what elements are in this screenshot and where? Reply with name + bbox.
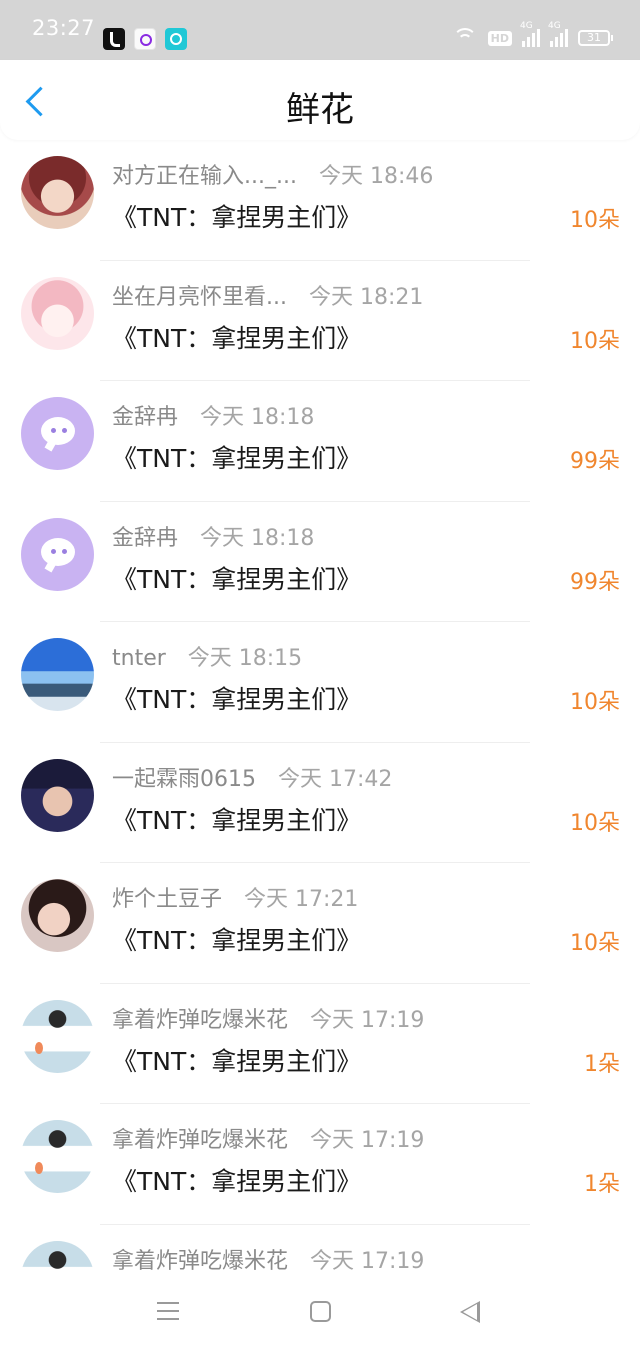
status-time: 23:27 (32, 16, 96, 40)
timestamp: 今天 17:19 (310, 1248, 425, 1273)
timestamp: 今天 18:18 (200, 525, 315, 551)
list-item[interactable]: 对方正在输入..._... 今天 18:46 《TNT：拿捏男主们》 10朵 (0, 140, 640, 261)
sender-name: 拿着炸弹吃爆米花 (112, 1248, 289, 1273)
timestamp: 今天 17:42 (278, 766, 393, 792)
sender-name: 一起霖雨0615 (112, 766, 256, 792)
gift-title: 《TNT：拿捏男主们》 (112, 203, 362, 232)
sender-name: tnter (112, 646, 166, 671)
status-bar: 23:27 HD 4G 4G 31 (0, 0, 640, 60)
list-item[interactable]: 拿着炸弹吃爆米花 今天 17:19 《TNT：拿捏男主们》 1朵 (0, 1104, 640, 1225)
list-item[interactable]: 炸个土豆子 今天 17:21 《TNT：拿捏男主们》 10朵 (0, 863, 640, 984)
timestamp: 今天 17:19 (310, 1007, 425, 1033)
page-title: 鲜花 (286, 90, 354, 130)
avatar[interactable] (21, 879, 94, 952)
navigation-bar (0, 1272, 640, 1351)
app-icon (165, 28, 187, 50)
gift-title: 《TNT：拿捏男主们》 (112, 444, 362, 473)
flower-count: 1朵 (584, 1051, 620, 1077)
wifi-icon (452, 28, 478, 48)
gift-title: 《TNT：拿捏男主们》 (112, 926, 362, 955)
avatar[interactable] (21, 638, 94, 711)
network-label: 4G (548, 21, 561, 31)
sender-name: 拿着炸弹吃爆米花 (112, 1128, 289, 1153)
sender-name: 炸个土豆子 (112, 887, 223, 912)
flower-count: 10朵 (570, 208, 620, 233)
list-item[interactable]: 金辞冉 今天 18:18 《TNT：拿捏男主们》 99朵 (0, 381, 640, 502)
flower-count: 10朵 (570, 810, 620, 836)
timestamp: 今天 18:18 (200, 405, 315, 430)
list-item[interactable]: 金辞冉 今天 18:18 《TNT：拿捏男主们》 99朵 (0, 502, 640, 622)
gift-title: 《TNT：拿捏男主们》 (112, 1046, 362, 1076)
home-icon[interactable] (310, 1301, 331, 1322)
flower-count: 99朵 (570, 569, 620, 595)
battery-icon: 31 (578, 30, 613, 46)
avatar[interactable] (21, 397, 94, 470)
sender-name: 金辞冉 (112, 405, 179, 430)
tiktok-icon (103, 28, 125, 50)
flower-count: 10朵 (570, 690, 620, 715)
list-item[interactable]: 一起霖雨0615 今天 17:42 《TNT：拿捏男主们》 10朵 (0, 743, 640, 863)
flower-count: 10朵 (570, 931, 620, 956)
signal-icon: 4G (548, 21, 568, 47)
sender-name: 金辞冉 (112, 525, 179, 551)
gift-title: 《TNT：拿捏男主们》 (112, 323, 362, 353)
timestamp: 今天 17:21 (244, 887, 359, 912)
gift-title: 《TNT：拿捏男主们》 (112, 564, 362, 594)
app-icon (134, 28, 156, 50)
gift-title: 《TNT：拿捏男主们》 (112, 685, 362, 714)
signal-icon: 4G (520, 21, 540, 47)
timestamp: 今天 18:21 (308, 284, 424, 310)
list-item[interactable]: 拿着炸弹吃爆米花 今天 17:19 (0, 1225, 640, 1273)
timestamp: 今天 18:15 (187, 646, 303, 671)
list-item[interactable]: tnter 今天 18:15 《TNT：拿捏男主们》 10朵 (0, 622, 640, 743)
flower-record-list[interactable]: 对方正在输入..._... 今天 18:46 《TNT：拿捏男主们》 10朵 坐在… (0, 140, 640, 1272)
network-label: 4G (520, 21, 533, 31)
sender-name: 拿着炸弹吃爆米花 (112, 1007, 289, 1033)
avatar[interactable] (21, 758, 94, 832)
flower-count: 99朵 (570, 449, 620, 474)
avatar[interactable] (21, 1240, 94, 1272)
avatar[interactable] (21, 999, 94, 1073)
chat-bubble-icon (41, 417, 75, 445)
timestamp: 今天 17:19 (310, 1128, 425, 1153)
list-item[interactable]: 坐在月亮怀里看... 今天 18:21 《TNT：拿捏男主们》 10朵 (0, 261, 640, 381)
sender-name: 对方正在输入..._... (112, 164, 297, 189)
system-icons: HD 4G 4G 31 (452, 21, 613, 50)
list-item[interactable]: 拿着炸弹吃爆米花 今天 17:19 《TNT：拿捏男主们》 1朵 (0, 984, 640, 1104)
flower-count: 10朵 (570, 328, 620, 354)
timestamp: 今天 18:46 (318, 164, 434, 189)
header: 鲜花 (0, 60, 640, 140)
gift-title: 《TNT：拿捏男主们》 (112, 805, 362, 835)
menu-icon[interactable] (157, 1302, 179, 1320)
chat-bubble-icon (41, 537, 75, 566)
back-triangle-icon[interactable] (460, 1301, 480, 1323)
flower-count: 1朵 (584, 1172, 620, 1197)
gift-title: 《TNT：拿捏男主们》 (112, 1167, 362, 1196)
avatar[interactable] (21, 276, 94, 350)
avatar[interactable] (21, 156, 94, 229)
sender-name: 坐在月亮怀里看... (112, 284, 287, 310)
avatar[interactable] (21, 517, 94, 591)
hd-badge: HD (487, 30, 512, 46)
avatar[interactable] (21, 1120, 94, 1193)
